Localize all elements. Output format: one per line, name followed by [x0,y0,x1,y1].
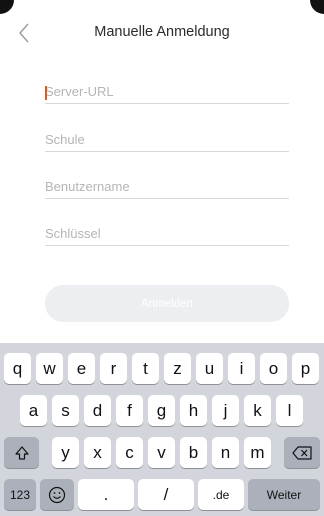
username-field[interactable] [45,168,289,199]
key-p[interactable]: p [292,353,319,384]
emoji-icon [48,486,66,503]
return-key[interactable]: Weiter [248,479,320,510]
key-z[interactable]: z [164,353,191,384]
shift-key[interactable] [4,437,39,468]
key-u[interactable]: u [196,353,223,384]
numbers-key[interactable]: 123 [4,479,36,510]
key-input[interactable] [45,226,289,241]
key-t[interactable]: t [132,353,159,384]
server-url-field[interactable] [45,73,289,104]
key-v[interactable]: v [148,437,175,468]
slash-key[interactable]: / [138,479,194,510]
key-i[interactable]: i [228,353,255,384]
dot-key[interactable]: . [78,479,134,510]
key-a[interactable]: a [20,395,47,426]
school-field[interactable] [45,121,289,152]
keyboard: q w e r t z u i o p a s d f g h j k l y … [0,343,324,516]
key-d[interactable]: d [84,395,111,426]
de-key[interactable]: .de [198,479,244,510]
key-y[interactable]: y [52,437,79,468]
key-f[interactable]: f [116,395,143,426]
key-q[interactable]: q [4,353,31,384]
key-w[interactable]: w [36,353,63,384]
key-b[interactable]: b [180,437,207,468]
emoji-key[interactable] [40,479,74,510]
nav-header: Manuelle Anmeldung [0,0,324,60]
key-n[interactable]: n [212,437,239,468]
text-cursor [45,86,47,100]
shift-icon [14,445,29,460]
page-title: Manuelle Anmeldung [94,24,230,40]
key-r[interactable]: r [100,353,127,384]
key-e[interactable]: e [68,353,95,384]
key-j[interactable]: j [212,395,239,426]
key-x[interactable]: x [84,437,111,468]
key-l[interactable]: l [276,395,303,426]
login-button[interactable]: Anmelden [45,285,289,322]
key-k[interactable]: k [244,395,271,426]
key-c[interactable]: c [116,437,143,468]
username-input[interactable] [45,179,289,194]
key-h[interactable]: h [180,395,207,426]
server-url-input[interactable] [45,84,289,99]
key-s[interactable]: s [52,395,79,426]
key-m[interactable]: m [244,437,271,468]
key-field[interactable] [45,215,289,246]
school-input[interactable] [45,132,289,147]
backspace-icon [292,445,312,460]
key-g[interactable]: g [148,395,175,426]
key-o[interactable]: o [260,353,287,384]
backspace-key[interactable] [284,437,320,468]
